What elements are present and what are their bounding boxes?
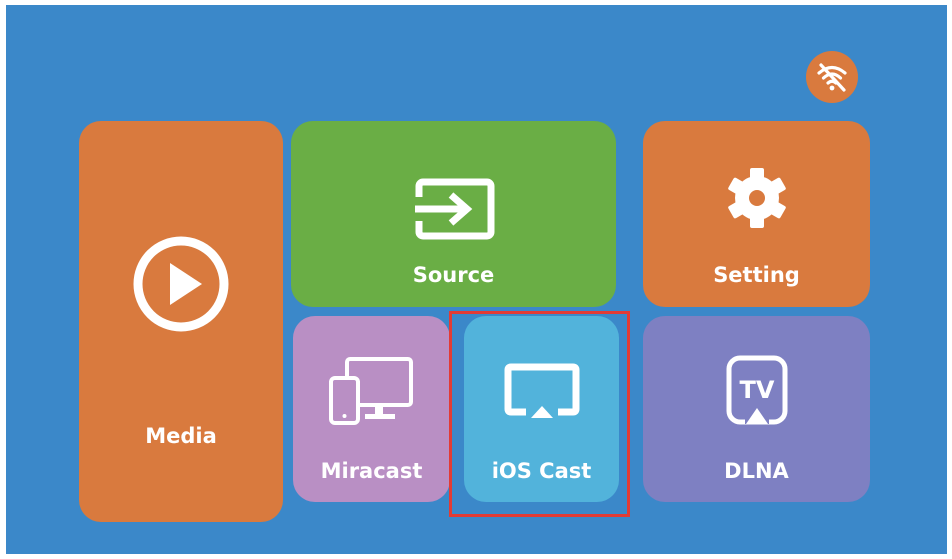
miracast-label: Miracast	[320, 459, 423, 483]
dlna-label: DLNA	[724, 459, 789, 483]
play-circle-icon	[133, 236, 229, 332]
media-tile[interactable]: Media	[79, 121, 283, 522]
dlna-tile[interactable]: TV DLNA	[643, 316, 870, 502]
ios-cast-tile[interactable]: iOS Cast	[464, 316, 619, 502]
miracast-tile[interactable]: Miracast	[293, 316, 450, 502]
gear-icon	[727, 168, 786, 228]
airplay-icon	[504, 363, 579, 418]
setting-label: Setting	[713, 263, 800, 287]
tv-cast-icon: TV	[726, 355, 787, 425]
wifi-status-button[interactable]	[806, 51, 858, 103]
ios-cast-label: iOS Cast	[491, 459, 592, 483]
wifi-off-icon	[817, 63, 847, 92]
svg-text:TV: TV	[739, 376, 774, 404]
media-label: Media	[145, 424, 217, 448]
input-source-icon	[410, 178, 494, 240]
setting-tile[interactable]: Setting	[643, 121, 870, 307]
source-label: Source	[412, 263, 495, 287]
phone-monitor-icon	[328, 357, 413, 425]
home-screen: Media Source Setting Miracast iOS Cast T…	[6, 5, 947, 554]
source-tile[interactable]: Source	[291, 121, 616, 307]
